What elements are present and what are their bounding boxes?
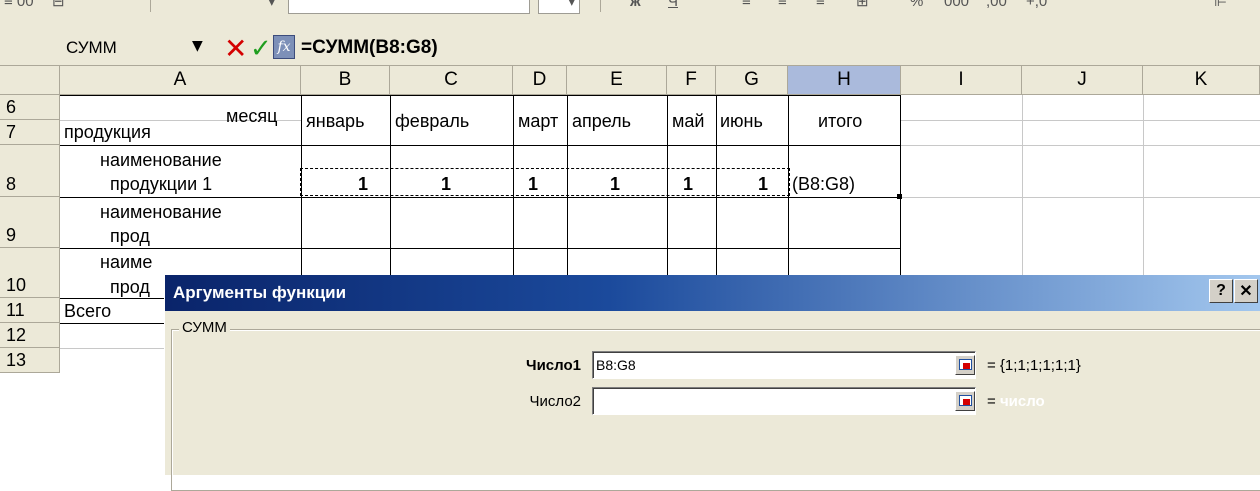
row-header-12[interactable]: 12 <box>0 323 60 348</box>
bold-button[interactable]: ж <box>630 0 641 12</box>
table-border <box>60 197 901 198</box>
cell-h-total[interactable]: итого <box>818 111 862 131</box>
percent-button[interactable]: % <box>910 0 923 12</box>
thousands-button[interactable]: 000 <box>944 0 969 12</box>
cell-a9-line2[interactable]: прод <box>110 226 150 246</box>
row-header-10[interactable]: 10 <box>0 248 60 298</box>
font-name-combo[interactable] <box>288 0 530 14</box>
cell-a8-line2[interactable]: продукции 1 <box>110 174 212 194</box>
font-size-dropdown-icon[interactable]: ▾ <box>268 0 276 12</box>
arg2-result-eq: = <box>987 393 996 410</box>
cell-a10-line2[interactable]: прод <box>110 277 150 297</box>
column-header-i[interactable]: I <box>901 66 1022 95</box>
cancel-icon[interactable]: ✕ <box>224 32 247 66</box>
column-header-h[interactable]: H <box>788 66 901 95</box>
enter-check-icon[interactable]: ✓ <box>250 32 272 66</box>
toolbar-button[interactable]: ≡ 00 <box>4 0 34 12</box>
cell-c-month[interactable]: февраль <box>395 111 469 131</box>
gridline <box>901 197 1260 198</box>
cell-d-month[interactable]: март <box>518 111 558 131</box>
collapse-dialog-icon[interactable] <box>955 355 975 375</box>
formatting-toolbar: ≡ 00 ⊟ ▾ ▾ ж Ч ≡ ≡ ≡ ⊞ % 000 ,00 +,0 ⊫ <box>0 0 1260 32</box>
row-header-9[interactable]: 9 <box>0 197 60 248</box>
name-box[interactable]: СУММ <box>66 38 117 58</box>
gridline <box>901 145 1260 146</box>
decrease-decimal-button[interactable]: ,00 <box>986 0 1007 12</box>
row-header-8[interactable]: 8 <box>0 145 60 197</box>
table-border <box>60 95 901 96</box>
cell-a7[interactable]: продукция <box>64 122 151 142</box>
merge-cells-button[interactable]: ⊞ <box>856 0 869 12</box>
collapse-dialog-icon[interactable] <box>955 391 975 411</box>
chevron-down-icon[interactable]: ▾ <box>568 0 576 12</box>
row-header-11[interactable]: 11 <box>0 298 60 323</box>
column-header-d[interactable]: D <box>513 66 567 95</box>
dialog-title: Аргументы функции <box>173 283 347 302</box>
cell-a8-line1[interactable]: наименование <box>100 150 222 170</box>
insert-function-button[interactable]: fx <box>273 35 295 59</box>
cell-a10-line1[interactable]: наиме <box>100 252 152 272</box>
cell-a9-line1[interactable]: наименование <box>100 202 222 222</box>
arg1-input[interactable]: B8:G8 <box>592 351 976 379</box>
cell-b-month[interactable]: январь <box>306 111 364 131</box>
toolbar-separator <box>600 0 601 12</box>
column-header-c[interactable]: C <box>390 66 513 95</box>
arg2-input[interactable] <box>592 387 976 415</box>
column-header-k[interactable]: K <box>1143 66 1260 95</box>
toolbar-button[interactable]: ⊟ <box>52 0 65 12</box>
cell-f-month[interactable]: май <box>672 111 704 131</box>
column-header-b[interactable]: B <box>301 66 390 95</box>
cell-e-month[interactable]: апрель <box>572 111 631 131</box>
function-arguments-dialog: Аргументы функции ? ✕ СУММ Число1 B8:G8 … <box>164 275 1260 491</box>
column-header-j[interactable]: J <box>1022 66 1143 95</box>
arg2-label: Число2 <box>529 393 581 410</box>
gridline <box>901 120 1260 121</box>
column-header-a[interactable]: A <box>60 66 301 95</box>
toolbar-separator <box>150 0 151 12</box>
arg2-result-hint: число <box>999 393 1045 410</box>
row-header-6[interactable]: 6 <box>0 95 60 120</box>
row-header-13[interactable]: 13 <box>0 348 60 373</box>
reference-marquee <box>300 168 790 196</box>
close-button[interactable]: ✕ <box>1234 279 1258 303</box>
function-name-label: СУММ <box>179 319 230 336</box>
arg2-result: = число <box>987 393 1045 410</box>
column-header-g[interactable]: G <box>716 66 788 95</box>
align-right-button[interactable]: ≡ <box>816 0 825 12</box>
increase-decimal-button[interactable]: +,0 <box>1026 0 1047 12</box>
cell-a6[interactable]: месяц <box>226 106 277 126</box>
help-button[interactable]: ? <box>1209 279 1233 303</box>
arg1-result: = {1;1;1;1;1;1} <box>987 357 1081 374</box>
align-left-button[interactable]: ≡ <box>742 0 751 12</box>
column-header-f[interactable]: F <box>667 66 716 95</box>
row-header-7[interactable]: 7 <box>0 120 60 145</box>
cell-a11[interactable]: Всего <box>64 301 111 321</box>
dialog-titlebar[interactable]: Аргументы функции ? ✕ <box>165 275 1260 311</box>
table-border <box>60 248 901 249</box>
underline-button[interactable]: Ч <box>668 0 678 12</box>
table-border <box>60 145 901 146</box>
align-center-button[interactable]: ≡ <box>778 0 787 12</box>
arg1-label: Число1 <box>526 357 581 374</box>
column-header-e[interactable]: E <box>567 66 667 95</box>
formula-bar: СУММ ▼ ✕ ✓ fx =СУММ(B8:G8) <box>0 32 1260 66</box>
cell-g-month[interactable]: июнь <box>720 111 763 131</box>
formula-input[interactable]: =СУММ(B8:G8) <box>301 37 438 59</box>
fill-handle[interactable] <box>897 194 902 199</box>
indent-button[interactable]: ⊫ <box>1214 0 1227 12</box>
cell-h8-editing[interactable]: (B8:G8) <box>792 174 855 194</box>
select-all-corner[interactable] <box>0 66 60 95</box>
name-box-dropdown-icon[interactable]: ▼ <box>192 38 203 54</box>
